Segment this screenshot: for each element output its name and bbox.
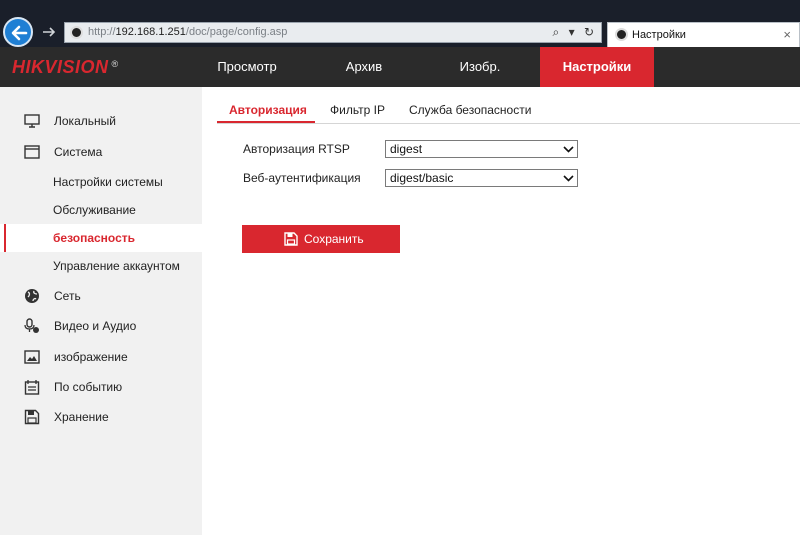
sidebar-item-security[interactable]: безопасность <box>0 224 202 252</box>
arrow-left-icon <box>11 25 28 41</box>
chevron-down-icon <box>563 146 574 153</box>
chevron-down-icon <box>563 175 574 182</box>
rtsp-auth-value: digest <box>390 142 423 156</box>
sidebar-item-label: Обслуживание <box>53 203 136 217</box>
tab-favicon-icon <box>615 28 628 41</box>
sidebar-item-video-audio[interactable]: Видео и Аудио <box>0 312 202 340</box>
sidebar-item-label: Локальный <box>54 114 116 128</box>
nav-configuration[interactable]: Настройки <box>540 47 654 87</box>
tab-close-icon[interactable]: × <box>783 27 791 42</box>
sidebar-item-local[interactable]: Локальный <box>0 107 202 135</box>
sidebar-item-label: Хранение <box>54 410 109 424</box>
monitor-icon <box>24 114 40 128</box>
sidebar-item-label: Сеть <box>54 289 81 303</box>
system-window-icon <box>24 145 40 159</box>
back-button[interactable] <box>3 17 33 47</box>
sidebar-item-label: безопасность <box>53 231 136 245</box>
sidebar-item-network[interactable]: Сеть <box>0 282 202 310</box>
tab-ip-filter[interactable]: Фильтр IP <box>330 103 385 117</box>
rtsp-auth-select[interactable]: digest <box>385 140 578 158</box>
storage-disk-icon <box>24 409 40 425</box>
tab-title: Настройки <box>632 29 686 41</box>
address-bar[interactable]: http://192.168.1.251/doc/page/config.asp… <box>64 22 602 43</box>
sidebar-item-storage[interactable]: Хранение <box>0 403 202 431</box>
search-refresh-icon[interactable]: ⌕ ▾ ↻ <box>553 25 597 40</box>
hikvision-logo: HIKVISION ® <box>12 57 119 77</box>
app-header: HIKVISION ® Просмотр Архив Изобр. Настрой… <box>0 47 800 87</box>
nav-picture[interactable]: Изобр. <box>430 47 530 87</box>
tab-authentication[interactable]: Авторизация <box>229 103 307 117</box>
tab-security-service[interactable]: Служба безопасности <box>409 103 531 117</box>
sidebar-item-label: Управление аккаунтом <box>53 259 180 273</box>
sidebar-item-label: По событию <box>54 380 123 394</box>
sidebar-item-label: изображение <box>54 350 128 364</box>
save-button-label: Сохранить <box>304 232 364 246</box>
site-favicon-icon <box>70 26 83 39</box>
sidebar-item-label: Настройки системы <box>53 175 163 189</box>
sidebar-item-event[interactable]: По событию <box>0 373 202 401</box>
save-button[interactable]: Сохранить <box>242 225 400 253</box>
web-auth-value: digest/basic <box>390 171 454 185</box>
sidebar: Локальный Система Настройки системы Обсл… <box>0 87 202 535</box>
sidebar-item-system[interactable]: Система <box>0 138 202 166</box>
nav-playback[interactable]: Архив <box>314 47 414 87</box>
nav-live-view[interactable]: Просмотр <box>196 47 298 87</box>
security-subtabs: Авторизация Фильтр IP Служба безопасност… <box>217 97 800 124</box>
address-url: http://192.168.1.251/doc/page/config.asp <box>88 26 288 38</box>
calendar-icon <box>24 380 40 395</box>
active-tab-indicator <box>217 121 315 123</box>
arrow-right-icon <box>43 27 56 37</box>
image-icon <box>24 350 40 364</box>
rtsp-auth-label: Авторизация RTSP <box>243 142 350 156</box>
sidebar-item-system-settings[interactable]: Настройки системы <box>0 168 202 196</box>
web-auth-select[interactable]: digest/basic <box>385 169 578 187</box>
sidebar-item-image[interactable]: изображение <box>0 343 202 371</box>
save-disk-icon <box>284 232 298 246</box>
sidebar-item-account-management[interactable]: Управление аккаунтом <box>0 252 202 280</box>
globe-icon <box>25 289 39 303</box>
microphone-camera-icon <box>24 318 39 333</box>
forward-button[interactable] <box>41 24 57 40</box>
web-auth-label: Веб-аутентификация <box>243 171 361 185</box>
sidebar-item-label: Система <box>54 145 103 159</box>
sidebar-item-maintenance[interactable]: Обслуживание <box>0 196 202 224</box>
browser-chrome: http://192.168.1.251/doc/page/config.asp… <box>0 0 800 47</box>
browser-tab[interactable]: Настройки × <box>607 22 800 47</box>
sidebar-item-label: Видео и Аудио <box>54 319 137 333</box>
